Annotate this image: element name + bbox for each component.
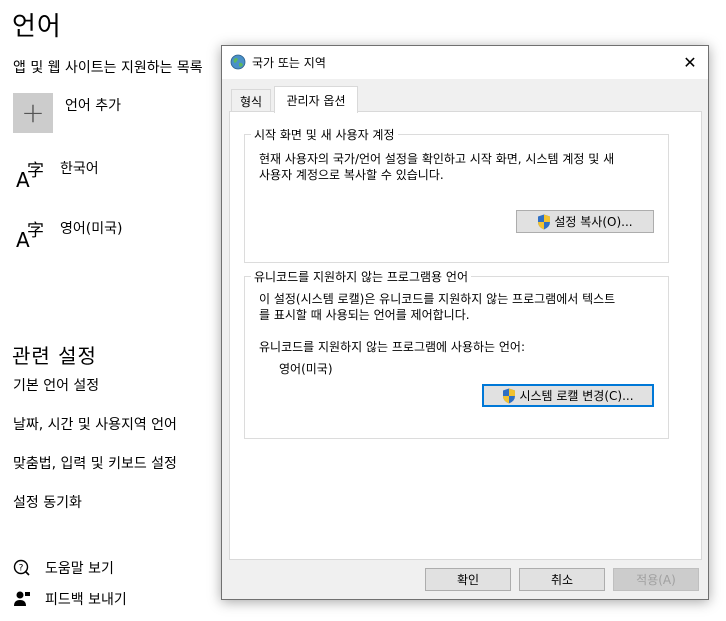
help-link[interactable]: ? 도움말 보기 [13, 558, 114, 578]
apply-label: 적용(A) [636, 573, 676, 587]
add-language-label: 언어 추가 [65, 98, 121, 114]
language-label: 영어(미국) [60, 221, 123, 237]
tab-administrative[interactable]: 관리자 옵션 [274, 86, 358, 113]
apply-button[interactable]: 적용(A) [613, 568, 699, 591]
unicode-description-line2: 를 표시할 때 사용되는 언어를 제어합니다. [259, 308, 470, 322]
page-title: 언어 [12, 12, 62, 42]
feedback-link[interactable]: 피드백 보내기 [13, 589, 127, 609]
plus-icon: + [13, 93, 53, 133]
feedback-label: 피드백 보내기 [45, 592, 127, 608]
page-description: 앱 및 웹 사이트는 지원하는 목록 [13, 60, 203, 76]
link-spelling-keyboard[interactable]: 맞춤법, 입력 및 키보드 설정 [13, 453, 177, 473]
feedback-icon [13, 590, 31, 608]
shield-icon [503, 388, 516, 403]
welcome-description-line2: 사용자 계정으로 복사할 수 있습니다. [259, 168, 444, 182]
help-icon: ? [13, 559, 31, 577]
add-language-button[interactable]: + 언어 추가 [13, 93, 121, 133]
tab-label: 형식 [239, 94, 263, 109]
welcome-description-line1: 현재 사용자의 국가/언어 설정을 확인하고 시작 화면, 시스템 계정 및 새 [259, 152, 615, 166]
unicode-description-line1: 이 설정(시스템 로캘)은 유니코드를 지원하지 않는 프로그램에서 텍스트 [259, 292, 616, 306]
language-item-korean[interactable]: A 字 한국어 [16, 156, 99, 192]
current-locale-label: 유니코드를 지원하지 않는 프로그램에 사용하는 언어: [259, 340, 525, 354]
cancel-button[interactable]: 취소 [519, 568, 605, 591]
help-label: 도움말 보기 [45, 561, 114, 577]
language-icon: A 字 [16, 161, 44, 192]
unicode-programs-group: 유니코드를 지원하지 않는 프로그램용 언어 이 설정(시스템 로캘)은 유니코… [244, 268, 669, 439]
tab-label: 관리자 옵션 [286, 93, 346, 108]
copy-settings-button[interactable]: 설정 복사(O)... [516, 210, 654, 233]
tab-formats[interactable]: 형식 [231, 89, 271, 112]
region-dialog: 국가 또는 지역 ✕ 형식 관리자 옵션 시작 화면 및 새 사용자 계정 현재… [221, 45, 709, 600]
dialog-titlebar[interactable]: 국가 또는 지역 ✕ [222, 46, 708, 79]
link-sync-settings[interactable]: 설정 동기화 [13, 492, 82, 512]
change-system-locale-button[interactable]: 시스템 로캘 변경(C)... [482, 384, 654, 407]
globe-icon [230, 54, 246, 70]
close-icon: ✕ [683, 53, 697, 72]
close-button[interactable]: ✕ [672, 46, 708, 79]
svg-text:?: ? [19, 564, 24, 574]
change-locale-label: 시스템 로캘 변경(C)... [519, 389, 634, 403]
link-default-language[interactable]: 기본 언어 설정 [13, 375, 99, 395]
link-date-time-region[interactable]: 날짜, 시간 및 사용지역 언어 [13, 414, 177, 434]
ok-label: 확인 [456, 573, 480, 587]
group-title: 유니코드를 지원하지 않는 프로그램용 언어 [251, 268, 471, 285]
tab-panel-administrative: 시작 화면 및 새 사용자 계정 현재 사용자의 국가/언어 설정을 확인하고 … [229, 111, 702, 560]
current-locale-value: 영어(미국) [279, 362, 333, 376]
ok-button[interactable]: 확인 [425, 568, 511, 591]
group-title: 시작 화면 및 새 사용자 계정 [251, 126, 398, 143]
shield-icon [538, 214, 551, 229]
related-settings-title: 관련 설정 [12, 344, 97, 368]
copy-settings-label: 설정 복사(O)... [554, 215, 633, 229]
cancel-label: 취소 [550, 573, 574, 587]
welcome-screen-group: 시작 화면 및 새 사용자 계정 현재 사용자의 국가/언어 설정을 확인하고 … [244, 126, 669, 263]
language-label: 한국어 [60, 161, 99, 177]
language-icon: A 字 [16, 221, 44, 252]
dialog-title: 국가 또는 지역 [252, 56, 326, 70]
language-item-english[interactable]: A 字 영어(미국) [16, 216, 122, 252]
